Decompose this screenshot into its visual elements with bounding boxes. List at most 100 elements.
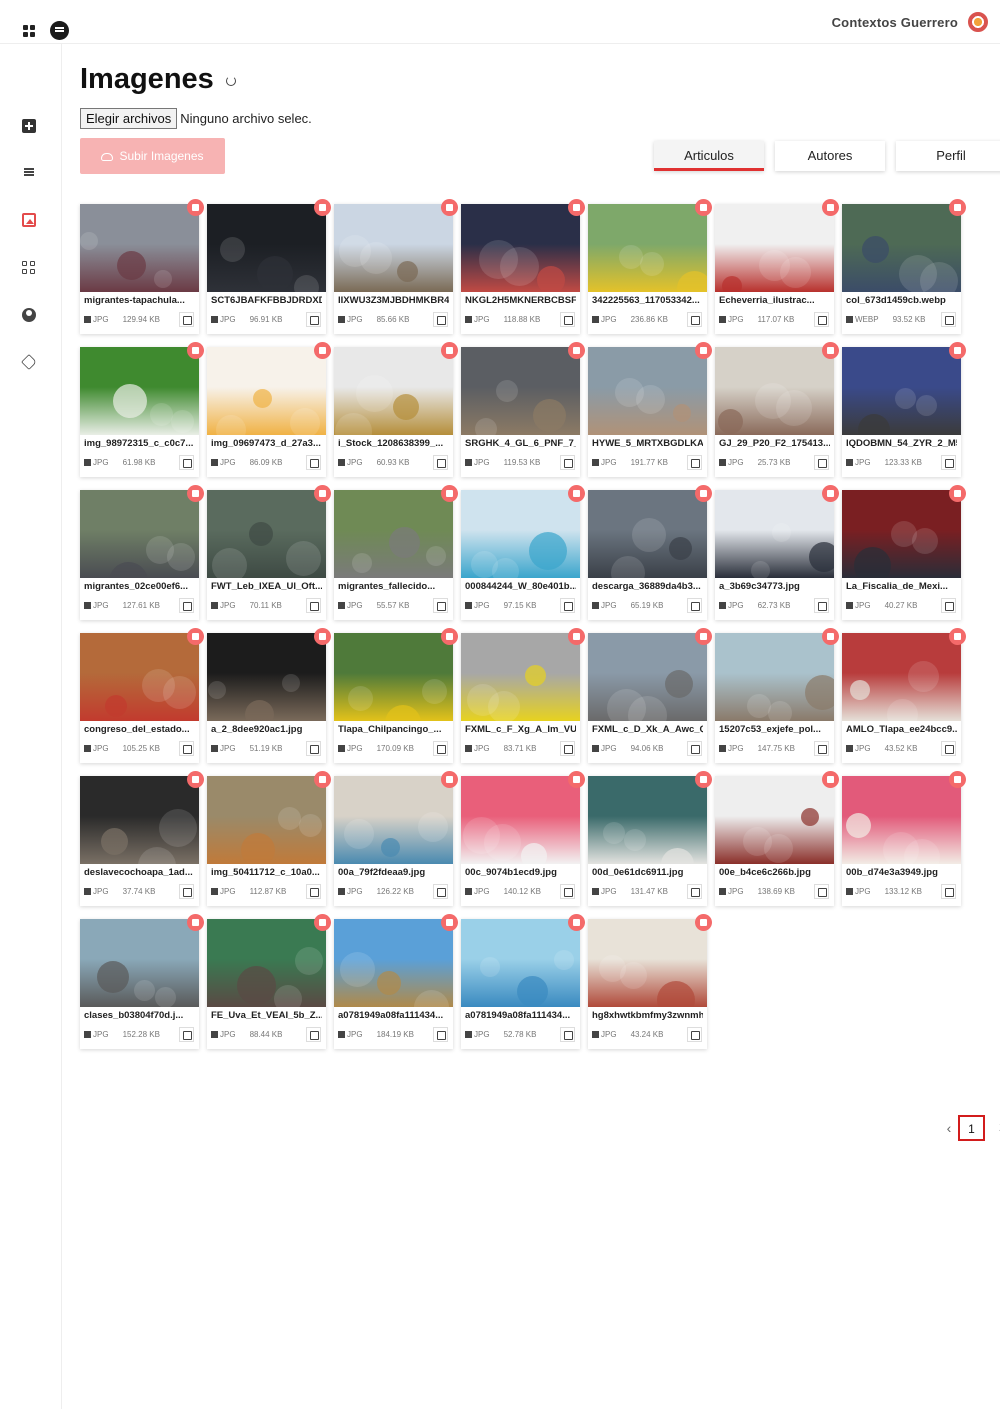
copy-icon[interactable] bbox=[687, 884, 702, 899]
image-thumbnail[interactable] bbox=[80, 919, 199, 1007]
image-thumbnail[interactable] bbox=[588, 633, 707, 721]
copy-icon[interactable] bbox=[814, 741, 829, 756]
delete-icon[interactable] bbox=[949, 199, 966, 216]
list-icon[interactable] bbox=[22, 165, 36, 179]
delete-icon[interactable] bbox=[314, 771, 331, 788]
image-card[interactable]: hg8xhwtkbmfmy3zwnmh... JPG 43.24 KB bbox=[588, 914, 712, 1049]
image-card[interactable]: IQDOBMN_54_ZYR_2_M5... JPG 123.33 KB bbox=[842, 342, 966, 477]
image-card[interactable]: IIXWU3Z3MJBDHMKBR4V... JPG 85.66 KB bbox=[334, 199, 458, 334]
page-1-button[interactable]: 1 bbox=[958, 1115, 985, 1141]
delete-icon[interactable] bbox=[187, 914, 204, 931]
prev-page-button[interactable]: ‹ bbox=[942, 1120, 956, 1136]
copy-icon[interactable] bbox=[306, 741, 321, 756]
copy-icon[interactable] bbox=[560, 598, 575, 613]
delete-icon[interactable] bbox=[822, 628, 839, 645]
image-card[interactable]: 00d_0e61dc6911.jpg JPG 131.47 KB bbox=[588, 771, 712, 906]
image-card[interactable]: img_09697473_d_27a3... JPG 86.09 KB bbox=[207, 342, 331, 477]
image-thumbnail[interactable] bbox=[461, 204, 580, 292]
image-thumbnail[interactable] bbox=[461, 776, 580, 864]
image-card[interactable]: 00a_79f2fdeaa9.jpg JPG 126.22 KB bbox=[334, 771, 458, 906]
image-thumbnail[interactable] bbox=[80, 204, 199, 292]
delete-icon[interactable] bbox=[949, 771, 966, 788]
image-thumbnail[interactable] bbox=[588, 204, 707, 292]
copy-icon[interactable] bbox=[687, 455, 702, 470]
choose-files-button[interactable]: Elegir archivos bbox=[80, 108, 178, 129]
image-thumbnail[interactable] bbox=[715, 490, 834, 578]
delete-icon[interactable] bbox=[695, 628, 712, 645]
delete-icon[interactable] bbox=[695, 485, 712, 502]
copy-icon[interactable] bbox=[179, 312, 194, 327]
copy-icon[interactable] bbox=[306, 1027, 321, 1042]
brand-logo-icon[interactable] bbox=[968, 12, 988, 32]
delete-icon[interactable] bbox=[441, 485, 458, 502]
image-thumbnail[interactable] bbox=[80, 633, 199, 721]
image-thumbnail[interactable] bbox=[334, 919, 453, 1007]
reload-icon[interactable] bbox=[226, 76, 236, 86]
copy-icon[interactable] bbox=[560, 741, 575, 756]
delete-icon[interactable] bbox=[314, 628, 331, 645]
copy-icon[interactable] bbox=[687, 741, 702, 756]
image-thumbnail[interactable] bbox=[80, 776, 199, 864]
image-thumbnail[interactable] bbox=[334, 776, 453, 864]
image-card[interactable]: deslavecochoapa_1ad... JPG 37.74 KB bbox=[80, 771, 204, 906]
copy-icon[interactable] bbox=[306, 312, 321, 327]
image-card[interactable]: 00c_9074b1ecd9.jpg JPG 140.12 KB bbox=[461, 771, 585, 906]
copy-icon[interactable] bbox=[306, 884, 321, 899]
image-card[interactable]: AMLO_Tlapa_ee24bcc9... JPG 43.52 KB bbox=[842, 628, 966, 763]
image-card[interactable]: img_98972315_c_c0c7... JPG 61.98 KB bbox=[80, 342, 204, 477]
delete-icon[interactable] bbox=[568, 199, 585, 216]
image-thumbnail[interactable] bbox=[715, 633, 834, 721]
image-card[interactable]: FXML_c_F_Xg_A_Im_VU... JPG 83.71 KB bbox=[461, 628, 585, 763]
add-square-icon[interactable] bbox=[22, 119, 36, 133]
image-thumbnail[interactable] bbox=[80, 347, 199, 435]
copy-icon[interactable] bbox=[687, 312, 702, 327]
copy-icon[interactable] bbox=[814, 312, 829, 327]
image-thumbnail[interactable] bbox=[334, 347, 453, 435]
delete-icon[interactable] bbox=[187, 342, 204, 359]
image-thumbnail[interactable] bbox=[207, 776, 326, 864]
image-card[interactable]: a_3b69c34773.jpg JPG 62.73 KB bbox=[715, 485, 839, 620]
image-card[interactable]: 342225563_117053342... JPG 236.86 KB bbox=[588, 199, 712, 334]
image-thumbnail[interactable] bbox=[588, 776, 707, 864]
image-thumbnail[interactable] bbox=[842, 633, 961, 721]
copy-icon[interactable] bbox=[814, 455, 829, 470]
copy-icon[interactable] bbox=[433, 598, 448, 613]
image-card[interactable]: 000844244_W_80e401b... JPG 97.15 KB bbox=[461, 485, 585, 620]
delete-icon[interactable] bbox=[822, 342, 839, 359]
image-card[interactable]: 00e_b4ce6c266b.jpg JPG 138.69 KB bbox=[715, 771, 839, 906]
page-2-button[interactable]: 2 bbox=[989, 1115, 1000, 1141]
image-thumbnail[interactable] bbox=[207, 490, 326, 578]
image-card[interactable]: migrantes_02ce00ef6... JPG 127.61 KB bbox=[80, 485, 204, 620]
delete-icon[interactable] bbox=[822, 199, 839, 216]
apps-grid-icon[interactable] bbox=[23, 25, 35, 37]
image-card[interactable]: migrantes_fallecido... JPG 55.57 KB bbox=[334, 485, 458, 620]
delete-icon[interactable] bbox=[695, 199, 712, 216]
copy-icon[interactable] bbox=[941, 741, 956, 756]
delete-icon[interactable] bbox=[441, 199, 458, 216]
delete-icon[interactable] bbox=[568, 342, 585, 359]
image-thumbnail[interactable] bbox=[588, 919, 707, 1007]
delete-icon[interactable] bbox=[187, 771, 204, 788]
copy-icon[interactable] bbox=[687, 1027, 702, 1042]
copy-icon[interactable] bbox=[179, 1027, 194, 1042]
image-card[interactable]: clases_b03804f70d.j... JPG 152.28 KB bbox=[80, 914, 204, 1049]
delete-icon[interactable] bbox=[187, 199, 204, 216]
delete-icon[interactable] bbox=[949, 342, 966, 359]
copy-icon[interactable] bbox=[941, 312, 956, 327]
image-card[interactable]: FWT_Leb_IXEA_Ul_Oft... JPG 70.11 KB bbox=[207, 485, 331, 620]
image-card[interactable]: a0781949a08fa111434... JPG 52.78 KB bbox=[461, 914, 585, 1049]
delete-icon[interactable] bbox=[949, 485, 966, 502]
delete-icon[interactable] bbox=[441, 914, 458, 931]
image-card[interactable]: 15207c53_exjefe_pol... JPG 147.75 KB bbox=[715, 628, 839, 763]
image-thumbnail[interactable] bbox=[842, 347, 961, 435]
image-thumbnail[interactable] bbox=[461, 919, 580, 1007]
copy-icon[interactable] bbox=[814, 598, 829, 613]
delete-icon[interactable] bbox=[568, 914, 585, 931]
image-card[interactable]: SRGHK_4_GL_6_PNF_7_... JPG 119.53 KB bbox=[461, 342, 585, 477]
copy-icon[interactable] bbox=[179, 884, 194, 899]
image-card[interactable]: FE_Uva_Et_VEAI_5b_Z... JPG 88.44 KB bbox=[207, 914, 331, 1049]
copy-icon[interactable] bbox=[306, 598, 321, 613]
copy-icon[interactable] bbox=[433, 741, 448, 756]
image-card[interactable]: col_673d1459cb.webp WEBP 93.52 KB bbox=[842, 199, 966, 334]
image-thumbnail[interactable] bbox=[842, 204, 961, 292]
